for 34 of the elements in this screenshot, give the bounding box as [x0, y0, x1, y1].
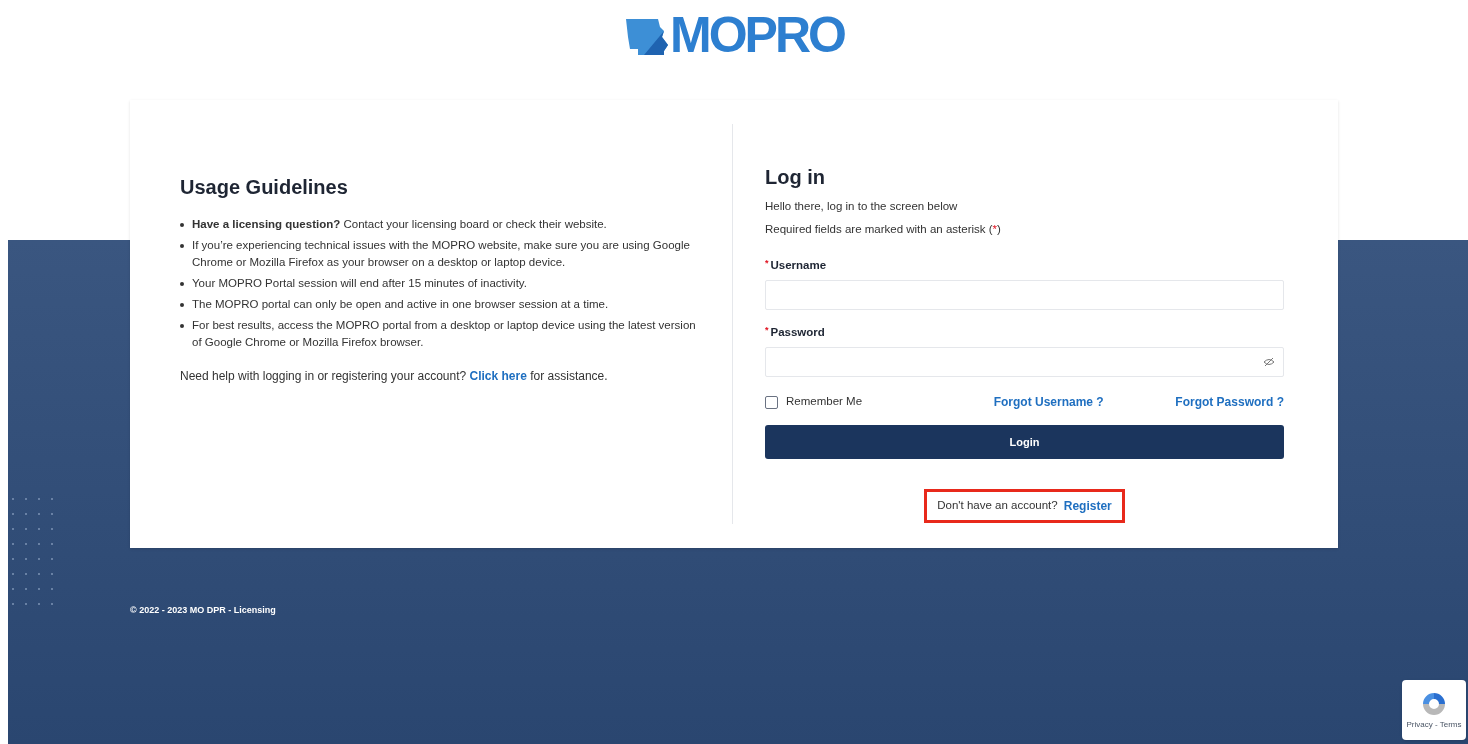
field-label: Password	[770, 324, 825, 340]
login-button[interactable]: Login	[765, 425, 1284, 459]
guideline-text: The MOPRO portal can only be open and active in one browser session at a time.	[192, 297, 609, 312]
guideline-text: If you’re experiencing technical issues with the MOPRO website, make sure you are using Google Chrome or Mozilla Firefox as your browser on a desktop or laptop device.	[192, 238, 691, 270]
required-note: Required fields are marked with an asterisk (*)	[765, 222, 1002, 238]
guideline-text: Have a licensing question? Contact your licensing board or check their website.	[192, 217, 607, 232]
username-field[interactable]	[765, 279, 1284, 310]
intro-text: Hello there, log in to the screen below	[765, 199, 959, 214]
bullet-icon	[180, 223, 184, 227]
required-mark: *	[765, 323, 769, 337]
required-mark: *	[765, 256, 769, 270]
login-heading: Log in	[765, 165, 826, 190]
register-link[interactable]: Register	[1063, 497, 1112, 515]
checkbox[interactable]	[765, 395, 778, 409]
field-label: Username	[770, 257, 827, 273]
forgot-username-link[interactable]: Forgot Username ?	[993, 393, 1104, 411]
password-field[interactable]	[765, 347, 1284, 377]
bullet-icon	[180, 244, 184, 248]
eye-slash-icon[interactable]	[1263, 357, 1275, 367]
remember-label: Remember Me	[786, 394, 863, 410]
register-prompt: Don't have an account?	[937, 498, 1058, 514]
privacy-terms-text: Privacy - Terms	[1406, 721, 1462, 729]
bullet-icon	[180, 282, 184, 286]
help-text: Need help with logging in or registering your account? Click here for assistance.	[180, 368, 609, 385]
guideline-text: Your MOPRO Portal session will end after 15 minutes of inactivity.	[192, 276, 527, 291]
bullet-icon	[180, 303, 184, 307]
bullet-icon	[180, 324, 184, 328]
forgot-password-link[interactable]: Forgot Password ?	[1175, 393, 1284, 411]
logo-text: MOPRO	[670, 10, 844, 60]
guideline-text: For best results, access the MOPRO portal from a desktop or laptop device using the latest version of Google Chrome or Mozilla Firefox browser.	[192, 318, 697, 350]
copyright-text: © 2022 - 2023 MO DPR - Licensing	[130, 605, 276, 615]
section-heading: Usage Guidelines	[180, 175, 349, 200]
recaptcha-icon	[1421, 691, 1447, 717]
help-link[interactable]: Click here	[469, 369, 527, 383]
